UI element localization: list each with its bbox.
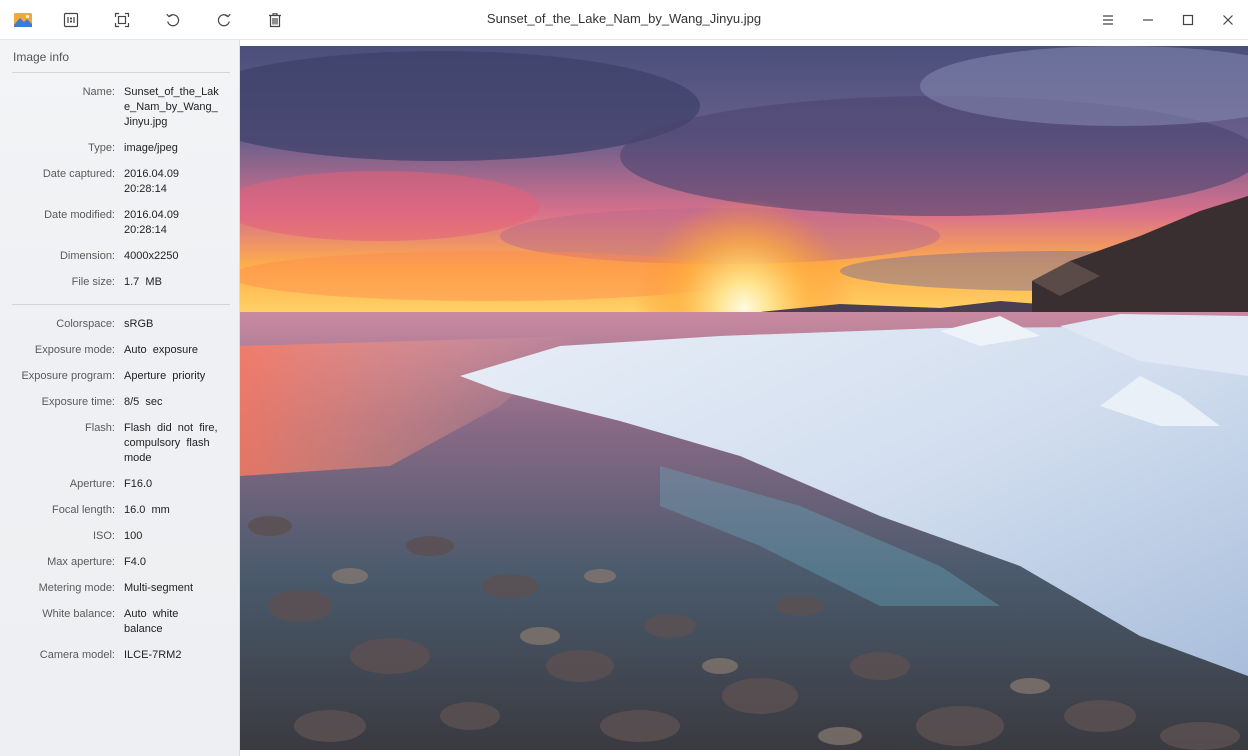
info-label: Flash: (85, 422, 115, 434)
delete-icon[interactable] (261, 6, 289, 34)
info-label: Date modified: (44, 209, 115, 221)
info-value: Multi-segment (124, 582, 194, 594)
menu-icon[interactable] (1094, 6, 1122, 34)
info-value: image/jpeg (124, 142, 178, 154)
divider (12, 72, 230, 73)
close-icon[interactable] (1214, 6, 1242, 34)
info-value: 16.0 mm (124, 504, 170, 516)
info-value: Flash did not fire, compulsory flash mod… (124, 422, 221, 464)
maximize-icon[interactable] (1174, 6, 1202, 34)
info-value: 8/5 sec (124, 396, 163, 408)
info-label: File size: (71, 276, 115, 288)
info-value: 2016.04.09 20:28:14 (124, 168, 180, 195)
rotate-left-icon[interactable] (159, 6, 187, 34)
window-title: Sunset_of_the_Lake_Nam_by_Wang_Jinyu.jpg (486, 11, 762, 26)
info-value: F4.0 (124, 556, 147, 568)
info-value: 2016.04.09 20:28:14 (124, 209, 180, 236)
image-canvas[interactable] (240, 46, 1248, 750)
title-bar: Sunset_of_the_Lake_Nam_by_Wang_Jinyu.jpg (0, 0, 1248, 40)
info-value: F16.0 (124, 478, 153, 490)
panel-title: Image info (13, 50, 70, 64)
info-value: sRGB (124, 318, 154, 330)
info-label: ISO: (92, 530, 115, 542)
info-label: Exposure time: (41, 396, 115, 408)
info-value: 1.7 MB (124, 276, 162, 288)
info-label: Camera model: (39, 649, 115, 661)
divider (12, 304, 230, 305)
info-label: White balance: (42, 608, 115, 620)
info-label: Exposure program: (21, 370, 115, 382)
info-value: 4000x2250 (124, 250, 179, 262)
minimize-icon[interactable] (1134, 6, 1162, 34)
info-value: Sunset_of_the_Lake_Nam_by_Wang_Jinyu.jpg (124, 86, 219, 128)
info-label: Date captured: (42, 168, 115, 180)
fit-window-icon[interactable] (108, 6, 136, 34)
info-value: ILCE-7RM2 (124, 649, 182, 661)
info-value: Aperture priority (124, 370, 206, 382)
rotate-right-icon[interactable] (210, 6, 238, 34)
info-label: Name: (82, 86, 115, 98)
info-label: Max aperture: (47, 556, 115, 568)
info-label: Metering mode: (38, 582, 115, 594)
info-value: Auto white balance (124, 608, 182, 635)
image-info-panel: Image info Name: Sunset_of_the_Lake_Nam_… (0, 40, 240, 756)
info-label: Type: (88, 142, 115, 154)
app-logo-icon[interactable] (9, 6, 37, 34)
actual-size-icon[interactable] (57, 6, 85, 34)
info-label: Focal length: (52, 504, 115, 516)
info-value: Auto exposure (124, 344, 198, 356)
info-label: Colorspace: (56, 318, 115, 330)
info-label: Dimension: (59, 250, 115, 262)
info-label: Aperture: (69, 478, 115, 490)
info-value: 100 (124, 530, 143, 542)
info-label: Exposure mode: (34, 344, 115, 356)
landscape-photo (240, 46, 1248, 750)
viewer-padding-bottom (240, 750, 1248, 756)
